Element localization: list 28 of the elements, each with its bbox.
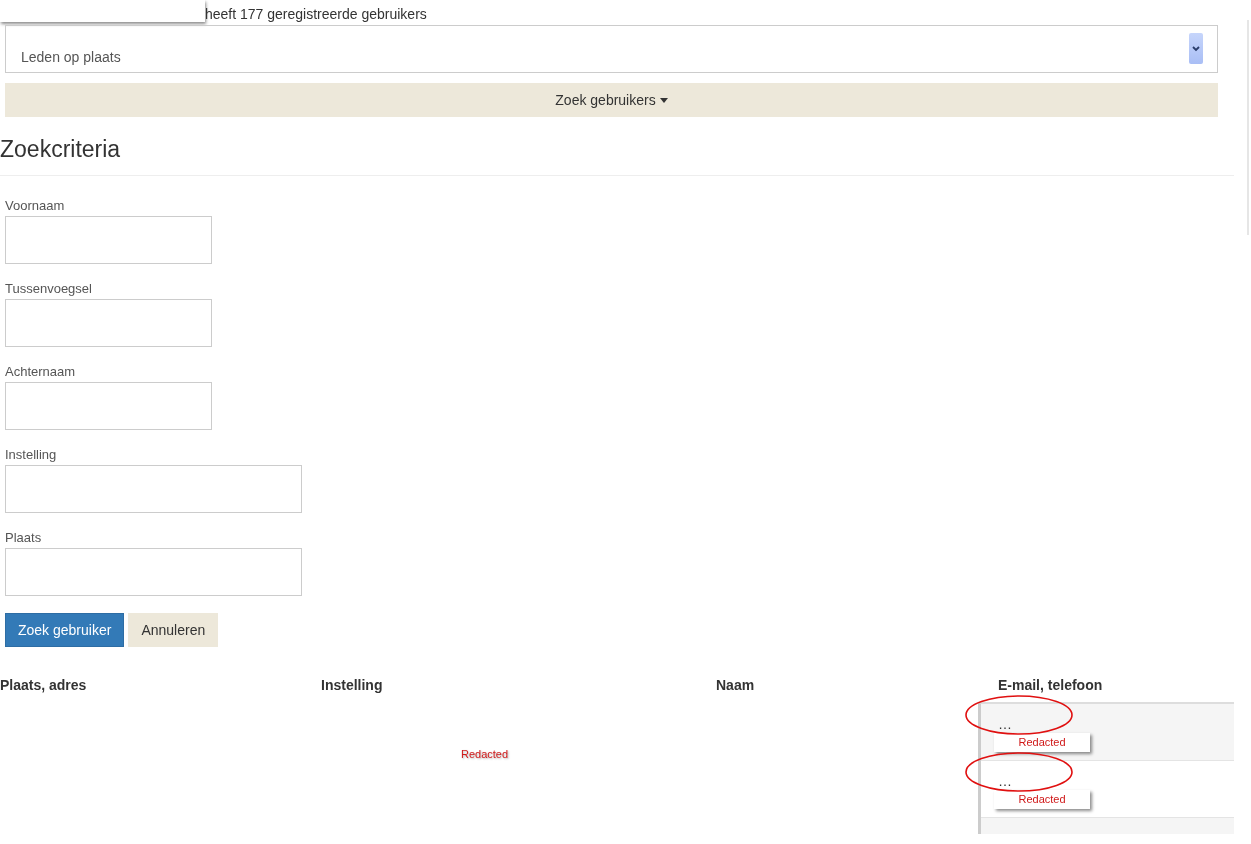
field-label: Achternaam [5,364,77,380]
column-header: E-mail, telefoon [998,677,1104,695]
text-field[interactable] [5,216,212,264]
dropdown-button[interactable] [1189,33,1203,64]
column-header: Naam [716,677,756,695]
text-field[interactable] [5,548,302,596]
cancel-button[interactable]: Annuleren [128,613,219,647]
field-label: Instelling [5,447,58,463]
search-toggle-button[interactable]: Zoek gebruikers [5,83,1218,117]
redaction-label: Redacted [461,748,509,760]
contact-text: … [998,716,1013,732]
caret-icon [659,97,668,103]
column-header: Instelling [321,677,384,695]
text-field[interactable] [5,299,212,347]
column-header: Plaats, adres [0,677,88,695]
field-label: Voornaam [5,198,66,214]
contact-text: … [998,773,1013,789]
field-label: Plaats [5,530,43,546]
chevron-down-icon [1192,45,1200,52]
text-field[interactable] [5,465,302,513]
redaction-label: Redacted [994,790,1090,809]
field-label: Tussenvoegsel [5,281,93,297]
search-button[interactable]: Zoek gebruiker [5,613,125,647]
view-select[interactable]: Leden op plaats [5,25,1218,73]
user-count-text: heeft 177 geregistreerde gebruikers [205,5,427,22]
text-field[interactable] [5,382,212,430]
section-title: Zoekcriteria [0,135,122,164]
redaction-label: Redacted [994,733,1090,752]
